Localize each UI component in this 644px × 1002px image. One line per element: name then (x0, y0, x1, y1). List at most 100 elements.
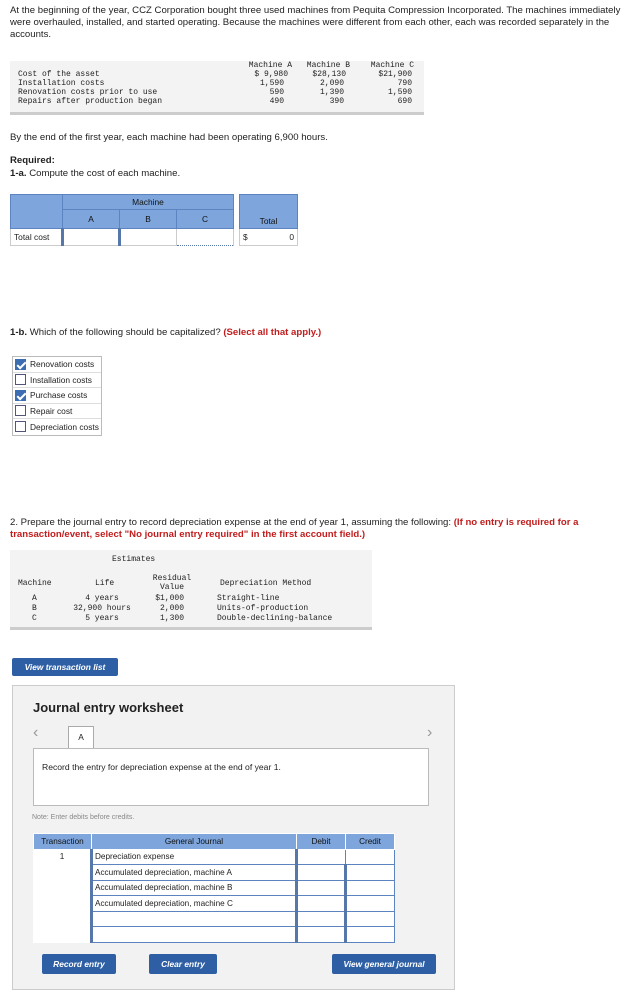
record-entry-button[interactable]: Record entry (42, 954, 116, 974)
tab-a[interactable]: A (68, 726, 94, 748)
cell: $1,000 (155, 594, 184, 603)
debit-input[interactable] (295, 879, 346, 896)
checkbox-checked-icon[interactable] (15, 389, 26, 401)
journal-row (33, 910, 395, 927)
next-arrow-icon[interactable]: › (427, 724, 432, 742)
cell: 590 (269, 88, 284, 97)
option-repair-cost[interactable]: Repair cost (13, 404, 101, 419)
row-label: Repairs after production began (18, 97, 163, 106)
view-general-journal-button[interactable]: View general journal (332, 954, 436, 974)
question-1a-text: Compute the cost of each machine. (26, 168, 181, 179)
credit-input[interactable] (344, 926, 395, 943)
row-label: Renovation costs prior to use (18, 88, 158, 97)
debit-input[interactable] (295, 864, 346, 881)
problem-intro: At the beginning of the year, CCZ Corpor… (10, 5, 621, 40)
transaction-number (33, 895, 92, 912)
credit-input[interactable] (344, 895, 395, 912)
debit-header: Debit (296, 833, 346, 850)
worksheet-title: Journal entry worksheet (33, 700, 184, 715)
transaction-number (33, 926, 92, 943)
account-select[interactable] (90, 910, 297, 927)
journal-table: Transaction General Journal Debit Credit… (33, 833, 395, 943)
checkbox-checked-icon[interactable] (15, 358, 26, 370)
option-label: Installation costs (30, 374, 92, 385)
row-label: Installation costs (18, 79, 105, 88)
cell: 2,000 (159, 604, 184, 613)
debit-input[interactable] (295, 926, 346, 943)
machine-c-cost-input[interactable] (176, 228, 234, 246)
account-select[interactable]: Accumulated depreciation, machine C (90, 895, 297, 912)
credit-input[interactable] (344, 910, 395, 927)
option-purchase-costs[interactable]: Purchase costs (13, 388, 101, 404)
residual-header: Residual Value (152, 574, 192, 592)
checkbox-unchecked-icon[interactable] (15, 374, 26, 386)
option-label: Purchase costs (30, 390, 88, 401)
option-label: Depreciation costs (30, 421, 99, 432)
worksheet-prompt: Record the entry for depreciation expens… (33, 748, 429, 806)
account-select[interactable] (90, 926, 297, 943)
option-label: Repair cost (30, 405, 73, 416)
question-1a-label: 1-a. (10, 168, 27, 179)
machine-header: Machine (18, 579, 52, 588)
operating-hours-text: By the end of the first year, each machi… (10, 132, 328, 143)
cell: Double-declining-balance (217, 614, 333, 623)
credit-input[interactable] (345, 848, 395, 865)
residual-header-line2: Value (159, 583, 184, 592)
prev-arrow-icon[interactable]: ‹ (33, 724, 38, 742)
journal-row: 1 Depreciation expense (33, 848, 395, 865)
clear-entry-button[interactable]: Clear entry (149, 954, 217, 974)
cell: C (32, 614, 37, 623)
checkbox-unchecked-icon[interactable] (15, 421, 26, 433)
capitalize-options: Renovation costs Installation costs Purc… (12, 356, 102, 436)
required-heading: Required: (10, 155, 55, 166)
machine-b-cost-input[interactable] (118, 228, 177, 246)
checkbox-unchecked-icon[interactable] (15, 405, 26, 417)
residual-column: $1,000 2,000 1,300 (148, 594, 184, 624)
transaction-number (33, 879, 92, 896)
col-header-machine-a: Machine A (248, 61, 292, 70)
transaction-header: Transaction (33, 833, 92, 850)
cell: Units-of-production (217, 604, 309, 613)
account-select[interactable]: Accumulated depreciation, machine A (90, 864, 297, 881)
cell: $ 9,980 (254, 70, 288, 79)
life-header: Life (95, 579, 115, 588)
cell: $28,130 (312, 70, 346, 79)
cell: 4 years (85, 594, 119, 603)
cell: 790 (397, 79, 412, 88)
debit-input[interactable] (295, 910, 346, 927)
journal-row: Accumulated depreciation, machine A (33, 864, 395, 881)
question-2: 2. Prepare the journal entry to record d… (10, 517, 634, 541)
question-1a: 1-a. Compute the cost of each machine. (10, 168, 180, 179)
cell: 690 (397, 97, 412, 106)
machine-cost-table: Machine Total A B C Total cost $ 0 (10, 194, 298, 246)
account-select[interactable]: Depreciation expense (90, 848, 297, 865)
cell: 1,590 (387, 88, 412, 97)
journal-row (33, 926, 395, 943)
option-label: Renovation costs (30, 359, 95, 370)
machine-column: A B C (32, 594, 37, 624)
debit-input[interactable] (295, 848, 346, 865)
option-installation-costs[interactable]: Installation costs (13, 373, 101, 388)
asset-cost-table: Machine A Machine B Machine C Cost of th… (10, 61, 424, 115)
estimates-header: Estimates (112, 555, 156, 564)
journal-row: Accumulated depreciation, machine C (33, 895, 395, 912)
credit-input[interactable] (344, 864, 395, 881)
machine-group-header: Machine (62, 194, 234, 210)
question-1b-text: Which of the following should be capital… (27, 327, 224, 338)
credit-header: Credit (345, 833, 395, 850)
cell: 2,090 (319, 79, 344, 88)
journal-entry-worksheet: Journal entry worksheet ‹ A › Record the… (12, 685, 455, 990)
machine-a-cost-input[interactable] (61, 228, 120, 246)
credit-input[interactable] (344, 879, 395, 896)
option-renovation-costs[interactable]: Renovation costs (13, 357, 101, 373)
debit-input[interactable] (295, 895, 346, 912)
col-header-machine-b: Machine B (306, 61, 350, 70)
col-header-b: B (119, 209, 177, 229)
cell: 1,390 (319, 88, 344, 97)
col-header-a: A (62, 209, 120, 229)
view-transaction-list-button[interactable]: View transaction list (12, 658, 118, 676)
cell: A (32, 594, 37, 603)
account-select[interactable]: Accumulated depreciation, machine B (90, 879, 297, 896)
cell: Straight-line (217, 594, 280, 603)
option-depreciation-costs[interactable]: Depreciation costs (13, 419, 101, 435)
